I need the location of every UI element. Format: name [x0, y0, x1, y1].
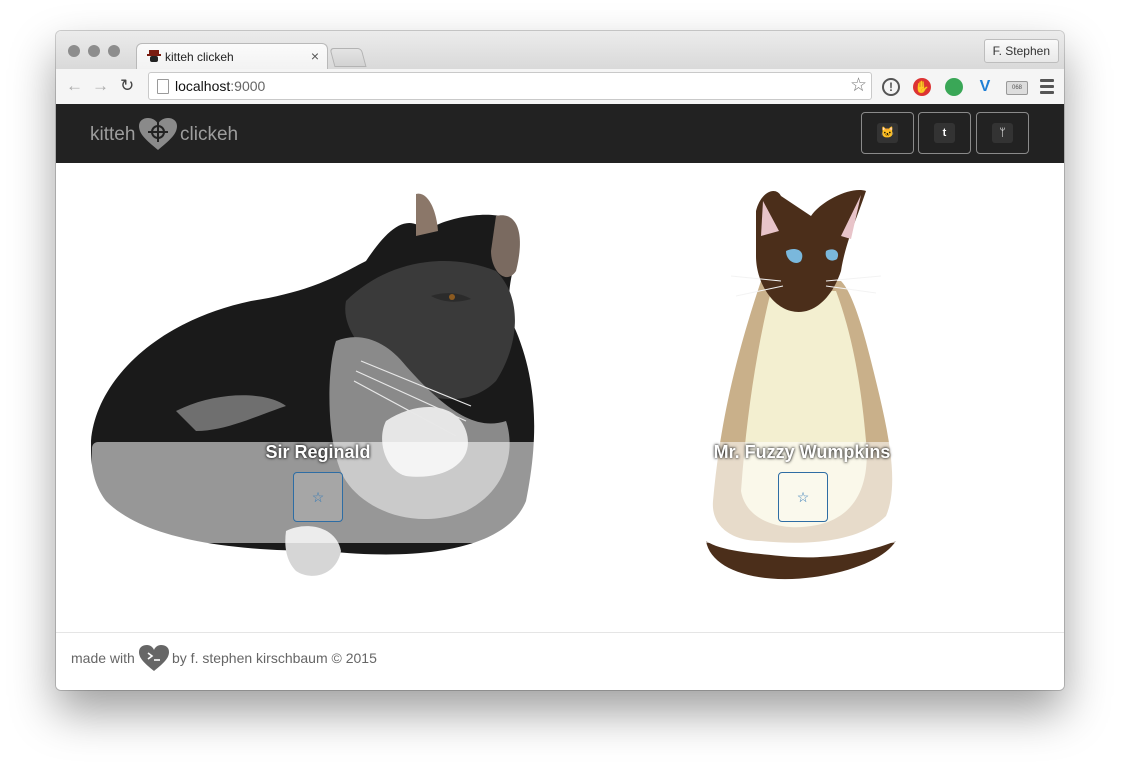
close-window-dot[interactable]	[68, 45, 80, 57]
green-leaf-icon[interactable]	[945, 78, 963, 96]
brand-right-text[interactable]: clickeh	[180, 124, 238, 146]
favorite-star-button[interactable]: ☆	[778, 472, 828, 522]
cat-name-label: Sir Reginald	[265, 442, 371, 462]
cat-favicon-icon	[147, 50, 161, 62]
url-text[interactable]: localhost:9000	[175, 78, 265, 94]
github-button[interactable]: 🐱	[861, 112, 914, 154]
fork-button[interactable]: ᛘ	[976, 112, 1029, 154]
v-logo-icon[interactable]: V	[976, 78, 994, 96]
minimize-window-dot[interactable]	[88, 45, 100, 57]
favorite-star-button[interactable]: ☆	[293, 472, 343, 522]
new-tab-button[interactable]	[329, 48, 367, 67]
fork-icon: ᛘ	[992, 123, 1013, 143]
hand-stop-icon[interactable]: ✋	[913, 78, 931, 96]
twitter-icon: t	[934, 123, 955, 143]
tab-title: kitteh clickeh	[165, 50, 234, 64]
footer-credit: by f. stephen kirschbaum © 2015	[172, 650, 377, 666]
bookmark-star-icon[interactable]: ☆	[850, 74, 867, 97]
cat-name-label: Mr. Fuzzy Wumpkins	[713, 442, 891, 462]
browser-tab[interactable]: kitteh clickeh ×	[136, 43, 328, 70]
back-arrow-icon[interactable]: ←	[66, 76, 83, 96]
menu-icon[interactable]	[1040, 79, 1054, 97]
heart-crosshair-logo-icon[interactable]	[138, 117, 178, 151]
github-icon: 🐱	[877, 123, 898, 143]
main-content: Sir Reginald ☆ Mr. Fuzzy Wumpkins ☆	[56, 163, 1064, 633]
json-icon[interactable]: 068	[1006, 81, 1028, 95]
tab-close-icon[interactable]: ×	[311, 48, 319, 64]
maximize-window-dot[interactable]	[108, 45, 120, 57]
site-footer: made with by f. stephen kirschbaum © 201…	[56, 632, 1064, 690]
info-icon[interactable]: !	[882, 78, 900, 96]
brand-left-text[interactable]: kitteh	[90, 124, 135, 146]
profile-button[interactable]: F. Stephen	[983, 39, 1059, 63]
heart-terminal-icon	[139, 645, 169, 671]
site-navbar: kitteh clickeh 🐱 t ᛘ	[56, 104, 1064, 163]
footer-prefix: made with	[71, 650, 135, 666]
address-bar[interactable]: localhost:9000 ☆	[148, 72, 872, 100]
page-icon	[157, 79, 169, 94]
twitter-button[interactable]: t	[918, 112, 971, 154]
browser-toolbar: ← → ↻ localhost:9000 ☆ ! ✋ V 068	[56, 69, 1064, 105]
browser-window: kitteh clickeh × F. Stephen ← → ↻ localh…	[56, 31, 1064, 690]
browser-titlebar: kitteh clickeh × F. Stephen	[56, 31, 1064, 70]
reload-icon[interactable]: ↻	[120, 76, 134, 96]
forward-arrow-icon[interactable]: →	[92, 76, 109, 96]
